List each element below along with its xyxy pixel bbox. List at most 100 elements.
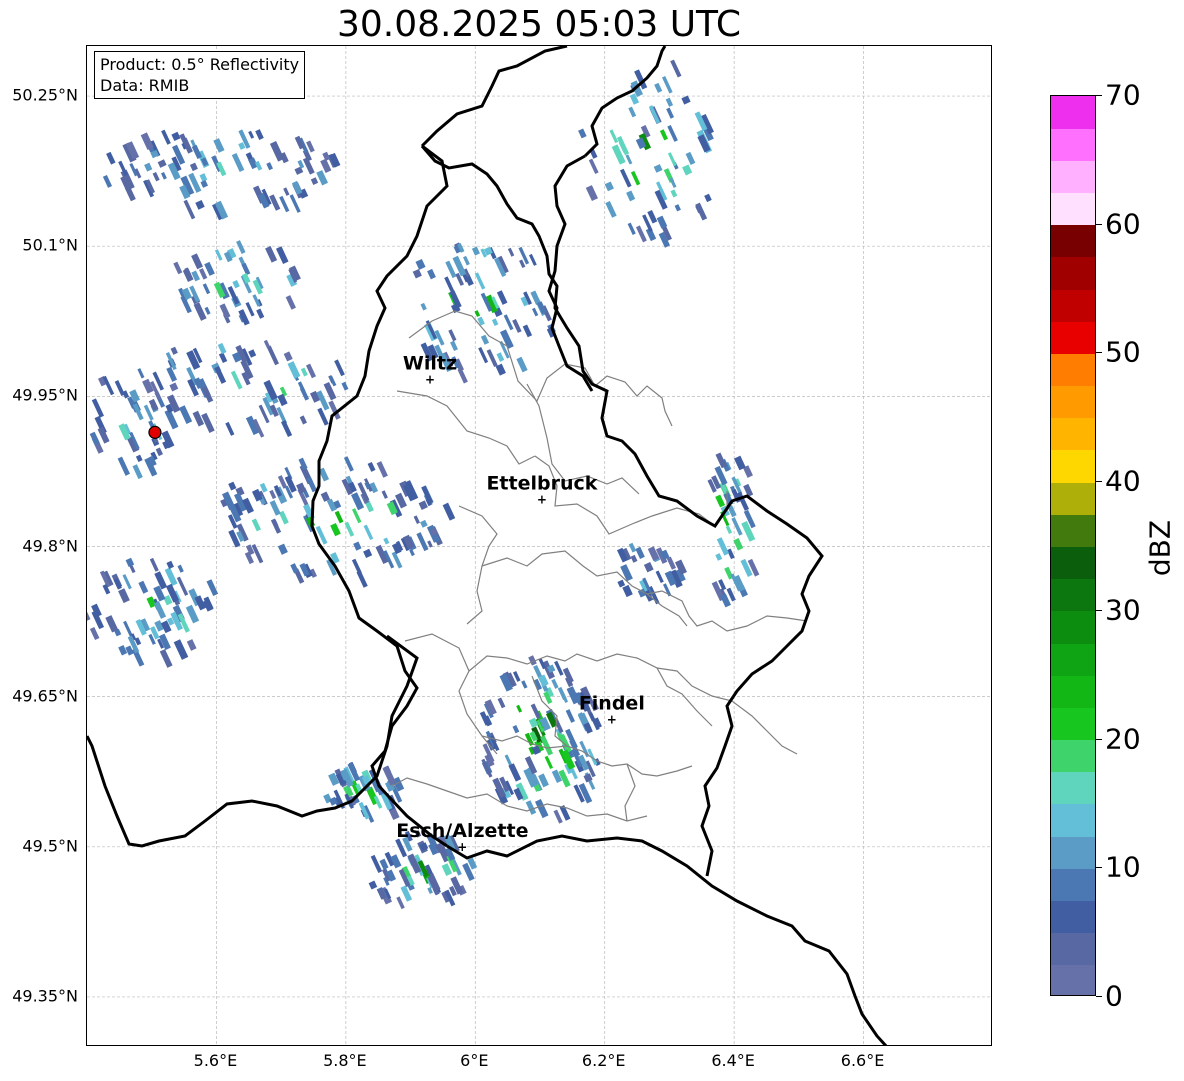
colorbar-segment — [1051, 514, 1095, 547]
echo-cell — [532, 307, 539, 317]
border-france-south — [446, 834, 888, 1045]
echo-cell — [516, 356, 528, 373]
echo-cell — [149, 557, 159, 572]
echo-cell — [356, 570, 368, 588]
echo-cell — [578, 128, 587, 139]
echo-cell — [200, 180, 209, 188]
radar-map[interactable]: + Wiltz + Ettelbruck + Findel + Esch/Alzette — [86, 45, 992, 1046]
echo-cell — [228, 481, 237, 491]
echo-cell — [290, 563, 299, 574]
echo-cell — [628, 542, 637, 553]
echo-cell — [117, 456, 130, 476]
city-wiltz: +Wiltz — [403, 352, 457, 386]
echo-cell — [682, 164, 693, 176]
echo-cell — [480, 334, 490, 345]
echo-cell — [695, 202, 708, 221]
echo-cell — [148, 398, 159, 412]
echo-cell — [300, 367, 308, 377]
colorbar-segment — [1051, 610, 1095, 644]
echo-cell — [334, 510, 344, 524]
border-lux-germany — [420, 145, 824, 877]
city-label: Esch/Alzette — [396, 820, 528, 842]
canton-boundary-wiltz — [396, 390, 536, 465]
echo-cell — [471, 246, 480, 256]
lat-tick-label: 49.8°N — [22, 536, 78, 555]
echo-cell — [512, 724, 520, 734]
echo-cell — [521, 680, 528, 689]
echo-cell — [353, 541, 362, 551]
city-esch-alzette: +Esch/Alzette — [396, 820, 528, 854]
colorbar-segment — [1051, 256, 1095, 290]
echo-cell — [166, 560, 174, 569]
colorbar-segment — [1051, 643, 1095, 676]
echo-cell — [704, 193, 712, 203]
radar-site-marker-icon — [148, 425, 162, 439]
echo-cell — [565, 709, 575, 723]
colorbar-segment — [1051, 482, 1095, 515]
echo-cell — [450, 340, 458, 352]
echo-cell — [298, 457, 308, 470]
colorbar-tick-mark — [1096, 738, 1102, 740]
echo-cell — [525, 800, 537, 815]
echo-cell — [97, 426, 110, 444]
echo-cell — [232, 279, 240, 289]
colorbar-tick-label: 0 — [1105, 979, 1123, 1013]
echo-cell — [105, 615, 119, 633]
product-label: Product: 0.5° Reflectivity — [100, 55, 300, 74]
echo-cell — [155, 447, 163, 457]
colorbar-segment — [1051, 417, 1095, 451]
echo-cell — [305, 363, 316, 379]
lat-tick-label: 50.25°N — [12, 85, 78, 105]
echo-cell — [508, 763, 522, 782]
lat-tick-label: 49.95°N — [12, 385, 78, 405]
colorbar-segment — [1051, 803, 1095, 837]
echo-cell — [351, 508, 362, 524]
border-germany-upper — [583, 46, 667, 158]
lon-tick-label: 6.2°E — [581, 1051, 626, 1070]
echo-cell — [628, 106, 637, 118]
echo-cell — [138, 580, 149, 594]
echo-cell — [647, 546, 660, 562]
city-marker-icon: + — [457, 840, 467, 854]
echo-cell — [507, 247, 515, 257]
echo-cell — [287, 361, 301, 379]
echo-cell — [256, 308, 265, 319]
echo-cell — [681, 95, 691, 105]
echo-cell — [170, 346, 178, 355]
echo-cell — [132, 464, 143, 480]
echo-cell — [496, 352, 505, 362]
echo-cell — [122, 574, 132, 590]
country-borders — [87, 46, 888, 1045]
echo-cell — [409, 549, 415, 557]
echo-cell — [635, 546, 645, 559]
colorbar-tick-mark — [1096, 223, 1102, 225]
colorbar-segment — [1051, 321, 1095, 354]
echo-cell — [204, 306, 211, 315]
echo-cell — [330, 522, 341, 537]
echo-cell — [715, 553, 723, 561]
colorbar-tick-label: 60 — [1105, 207, 1141, 241]
echo-cell — [297, 159, 305, 169]
echo-cell — [341, 381, 349, 391]
echo-cell — [743, 483, 754, 497]
echo-cell — [367, 461, 376, 472]
canton-boundary-moselle — [624, 763, 636, 822]
colorbar-segment — [1051, 546, 1095, 580]
city-ettelbruck: +Ettelbruck — [486, 472, 597, 506]
echo-cell — [516, 704, 523, 713]
echo-cell — [363, 548, 373, 559]
city-label: Wiltz — [403, 352, 457, 374]
echo-cell — [622, 584, 633, 598]
echo-cell — [647, 209, 658, 224]
echo-cell — [248, 130, 255, 139]
echo-cell — [219, 303, 231, 319]
echo-cell — [562, 667, 574, 684]
colorbar-segment — [1051, 675, 1095, 708]
echo-cell — [299, 386, 310, 401]
echo-cell — [299, 415, 307, 425]
colorbar-tick-mark — [1096, 352, 1102, 354]
echo-cell — [192, 410, 205, 427]
echo-cell — [667, 124, 678, 142]
border-germany-north — [547, 154, 594, 392]
echo-cell — [731, 517, 743, 536]
